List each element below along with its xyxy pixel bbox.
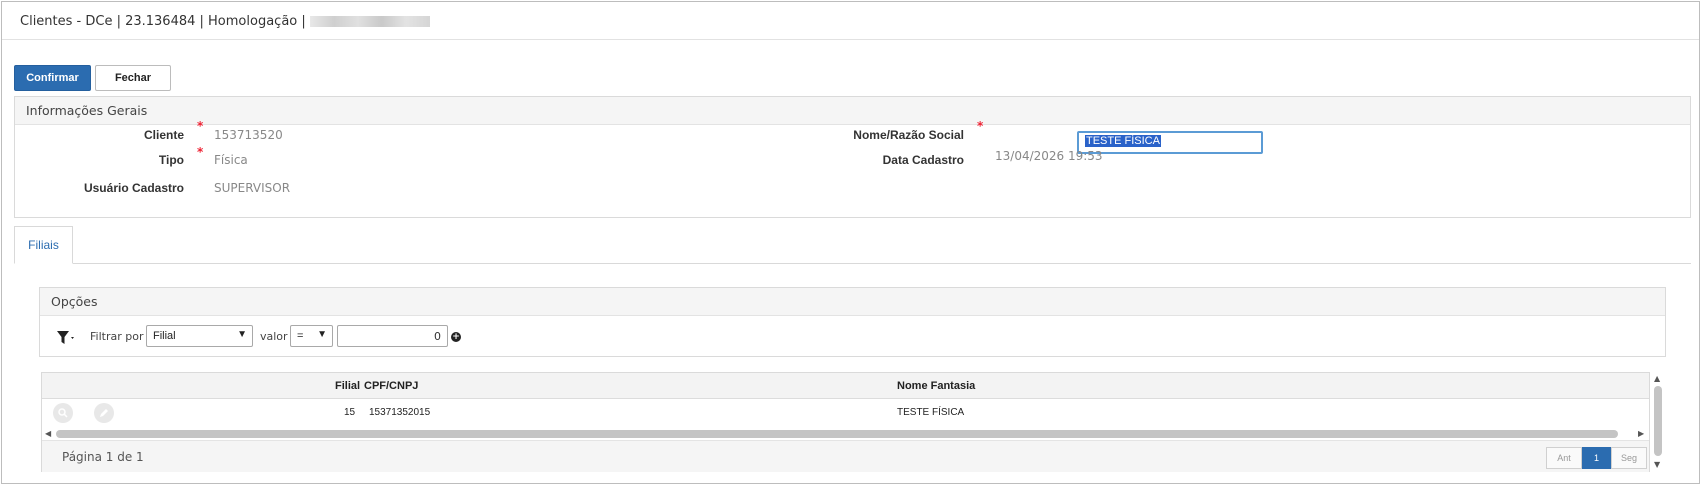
window-title: Clientes - DCe | 23.136484 | Homologação… bbox=[20, 14, 306, 29]
vertical-scroll-thumb[interactable] bbox=[1654, 386, 1662, 456]
grid-footer: Página 1 de 1 Ant 1 Seg bbox=[42, 440, 1649, 472]
scroll-up-icon[interactable]: ▲ bbox=[1654, 374, 1660, 383]
grid-header: Filial CPF/CNPJ Nome Fantasia bbox=[42, 373, 1649, 399]
plus-circle-icon[interactable]: + bbox=[451, 332, 461, 342]
options-title: Opções bbox=[40, 288, 1665, 316]
nome-razao-label: Nome/Razão Social bbox=[853, 128, 964, 142]
cliente-value: 153713520 bbox=[214, 128, 283, 142]
usuario-cadastro-label: Usuário Cadastro bbox=[83, 181, 184, 195]
filter-field-value: Filial bbox=[153, 330, 176, 342]
filter-by-label: Filtrar por bbox=[90, 330, 144, 343]
pager-page-1-button[interactable]: 1 bbox=[1582, 447, 1611, 469]
data-cadastro-label: Data Cadastro bbox=[882, 153, 964, 167]
scroll-right-icon[interactable]: ▶ bbox=[1638, 429, 1644, 438]
cell-nome-fantasia: TESTE FÍSICA bbox=[897, 407, 965, 418]
cliente-label: Cliente bbox=[143, 128, 184, 142]
cell-filial: 15 bbox=[344, 407, 356, 418]
nome-razao-selected-text: TESTE FÍSICA bbox=[1085, 135, 1161, 147]
column-header-cpf-cnpj[interactable]: CPF/CNPJ bbox=[364, 380, 418, 392]
pager-next-button[interactable]: Seg bbox=[1611, 447, 1647, 469]
operator-value: = bbox=[297, 330, 304, 342]
tipo-label: Tipo bbox=[158, 153, 184, 167]
pencil-icon[interactable] bbox=[94, 403, 114, 423]
title-bar: Clientes - DCe | 23.136484 | Homologação… bbox=[2, 2, 1699, 40]
tab-filiais[interactable]: Filiais bbox=[14, 226, 73, 264]
search-icon[interactable] bbox=[53, 403, 73, 423]
filter-icon[interactable] bbox=[57, 330, 77, 344]
filter-field-select[interactable]: Filial ▼ bbox=[146, 325, 253, 347]
tipo-required-mark: * bbox=[197, 145, 204, 159]
filter-value-input[interactable]: 0 bbox=[337, 325, 448, 347]
close-button[interactable]: Fechar bbox=[95, 65, 171, 91]
usuario-cadastro-value: SUPERVISOR bbox=[214, 181, 291, 195]
column-header-filial[interactable]: Filial bbox=[335, 380, 360, 392]
page-info: Página 1 de 1 bbox=[62, 450, 144, 464]
horizontal-scrollbar[interactable]: ◀ ▶ bbox=[42, 426, 1649, 440]
redacted-environment bbox=[309, 16, 430, 27]
chevron-down-icon: ▼ bbox=[317, 329, 327, 340]
scroll-down-icon[interactable]: ▼ bbox=[1654, 460, 1660, 469]
options-panel: Opções bbox=[39, 287, 1666, 357]
nome-razao-input[interactable]: TESTE FÍSICA bbox=[1077, 131, 1263, 154]
vertical-scrollbar[interactable]: ▲ ▼ bbox=[1652, 372, 1664, 472]
cell-cpf-cnpj: 15371352015 bbox=[369, 407, 431, 418]
value-label: valor bbox=[260, 330, 288, 343]
confirm-button[interactable]: Confirmar bbox=[14, 65, 91, 91]
horizontal-scroll-thumb[interactable] bbox=[56, 430, 1618, 438]
scroll-left-icon[interactable]: ◀ bbox=[45, 429, 51, 438]
data-cadastro-value: 13/04/2026 19:53 bbox=[995, 149, 1103, 163]
column-header-nome-fantasia[interactable]: Nome Fantasia bbox=[897, 380, 975, 392]
tipo-value: Física bbox=[214, 153, 248, 167]
pager-prev-button[interactable]: Ant bbox=[1546, 447, 1582, 469]
general-info-title: Informações Gerais bbox=[15, 97, 1690, 125]
chevron-down-icon: ▼ bbox=[237, 329, 247, 340]
table-row[interactable]: 15 15371352015 TESTE FÍSICA bbox=[42, 400, 1649, 426]
nome-required-mark: * bbox=[977, 119, 984, 133]
filiais-grid: Filial CPF/CNPJ Nome Fantasia 15 1537135… bbox=[41, 372, 1650, 472]
cliente-required-mark: * bbox=[197, 119, 204, 133]
operator-select[interactable]: = ▼ bbox=[290, 325, 333, 347]
